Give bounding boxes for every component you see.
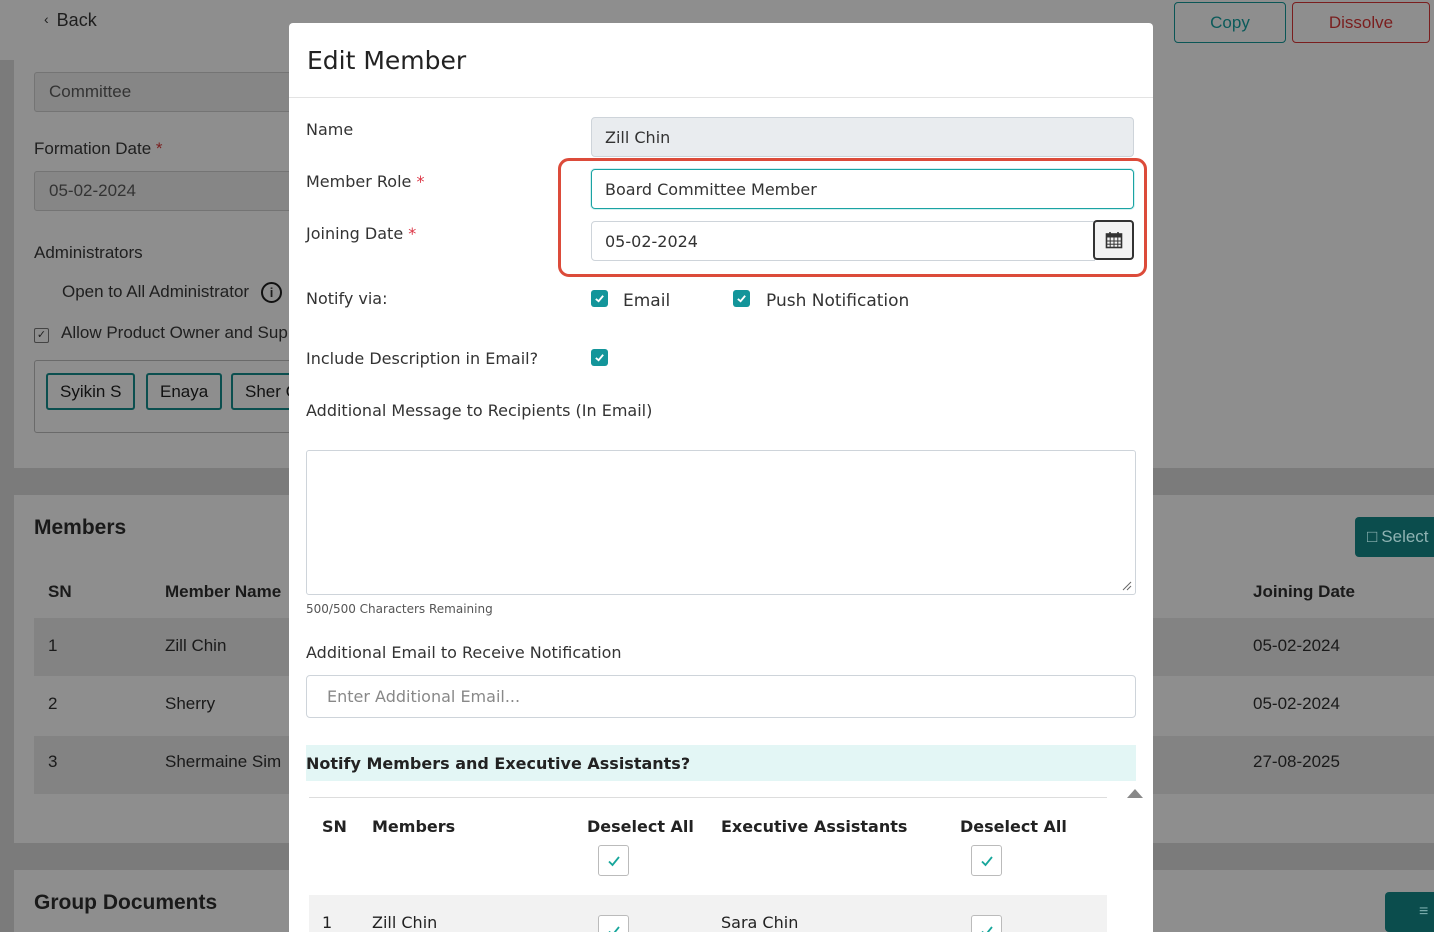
check-icon (980, 855, 993, 866)
deselect-all-members-label: Deselect All (587, 817, 694, 836)
copy-button[interactable]: Copy (1174, 2, 1286, 43)
table-header-sn: SN (322, 817, 347, 836)
row-name: Shermaine Sim (165, 752, 282, 771)
email-checkbox[interactable] (591, 290, 608, 307)
select-button[interactable]: □ Select (1355, 517, 1434, 557)
deselect-all-members-checkbox[interactable] (598, 845, 629, 876)
include-description-label: Include Description in Email? (306, 349, 539, 368)
check-icon (595, 295, 604, 303)
deselect-all-assistants-label: Deselect All (960, 817, 1067, 836)
edit-member-modal: Edit Member Name Zill Chin Member Role *… (289, 23, 1153, 932)
list-button[interactable]: ≡ (1385, 892, 1434, 932)
additional-message-textarea[interactable] (306, 450, 1136, 595)
push-notification-checkbox[interactable] (733, 290, 750, 307)
document-icon: □ (1367, 527, 1378, 546)
include-description-checkbox[interactable] (591, 349, 608, 366)
row-joining: 27-08-2025 (1253, 752, 1340, 771)
check-icon (607, 925, 620, 932)
admin-chip[interactable]: Enaya (146, 373, 223, 410)
chevron-left-icon: ‹ (44, 11, 49, 27)
table-row[interactable]: 1 Zill Chin Sara Chin (309, 895, 1107, 932)
additional-email-input[interactable]: Enter Additional Email... (306, 675, 1136, 718)
row-sn: 1 (322, 913, 333, 932)
table-header-executive-assistants: Executive Assistants (721, 817, 908, 836)
notify-via-label: Notify via: (306, 289, 388, 308)
check-icon (607, 855, 620, 866)
dissolve-button[interactable]: Dissolve (1292, 2, 1430, 43)
row-joining: 05-02-2024 (1253, 636, 1340, 655)
formation-date-label: Formation Date * (34, 139, 163, 158)
committee-field[interactable]: Committee (34, 72, 304, 112)
row-name: Zill Chin (165, 636, 227, 655)
modal-header: Edit Member (289, 23, 1153, 98)
assistant-checkbox[interactable] (971, 915, 1002, 932)
administrators-label: Administrators (34, 243, 143, 262)
email-label: Email (623, 291, 671, 311)
row-sn: 2 (48, 694, 58, 713)
notify-members-table: SN Members Deselect All Executive Assist… (309, 797, 1107, 932)
column-header-joining-date: Joining Date (1253, 582, 1356, 601)
row-sn: 1 (48, 636, 58, 655)
column-header-sn: SN (48, 582, 72, 601)
check-icon (980, 925, 993, 932)
deselect-all-assistants-checkbox[interactable] (971, 845, 1002, 876)
additional-message-label: Additional Message to Recipients (In Ema… (306, 401, 653, 420)
formation-date-field[interactable]: 05-02-2024 (34, 171, 304, 211)
allow-product-owner-row[interactable]: ✓ Allow Product Owner and Sup (34, 323, 288, 343)
row-sn: 3 (48, 752, 58, 771)
row-joining: 05-02-2024 (1253, 694, 1340, 713)
scroll-up-arrow-icon[interactable] (1127, 789, 1143, 798)
back-button[interactable]: ‹ Back (44, 10, 97, 31)
push-notification-label: Push Notification (766, 291, 910, 311)
member-role-label: Member Role * (306, 172, 425, 191)
notify-members-header: Notify Members and Executive Assistants? (306, 745, 1136, 781)
additional-email-label: Additional Email to Receive Notification (306, 643, 622, 662)
checkbox-icon[interactable]: ✓ (34, 328, 49, 343)
info-icon[interactable]: i (261, 282, 283, 303)
open-to-all-label: Open to All Administrator i (62, 282, 283, 303)
joining-date-label: Joining Date * (306, 224, 417, 243)
row-name: Sherry (165, 694, 216, 713)
row-member: Zill Chin (372, 913, 438, 932)
resize-handle-icon[interactable] (1120, 579, 1132, 591)
column-header-member-name: Member Name (165, 582, 282, 601)
list-icon: ≡ (1419, 903, 1429, 920)
check-icon (737, 295, 746, 303)
characters-remaining: 500/500 Characters Remaining (306, 602, 493, 616)
back-label: Back (56, 10, 97, 30)
group-documents-title: Group Documents (34, 891, 218, 914)
highlight-box (558, 158, 1147, 277)
table-header-members: Members (372, 817, 456, 836)
member-checkbox[interactable] (598, 915, 629, 932)
name-label: Name (306, 120, 354, 139)
members-title: Members (34, 516, 127, 539)
name-field: Zill Chin (591, 117, 1134, 157)
row-assistant: Sara Chin (721, 913, 799, 932)
check-icon (595, 354, 604, 362)
admin-chip[interactable]: Syikin S (46, 373, 136, 410)
modal-title: Edit Member (307, 45, 467, 75)
